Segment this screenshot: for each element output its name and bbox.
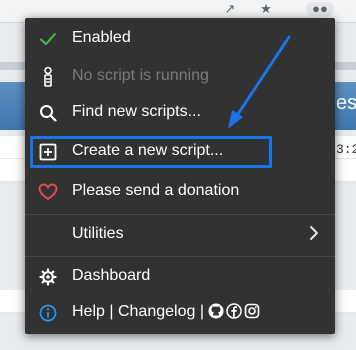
page-header-text: es (336, 92, 356, 114)
menu-item-label: Enabled (72, 29, 131, 46)
check-icon (37, 29, 59, 49)
menu-item-find-scripts[interactable]: Find new scripts... (25, 94, 335, 130)
time-text: 3:2 (336, 142, 356, 157)
menu-item-dashboard[interactable]: Dashboard (25, 258, 335, 294)
menu-item-label: Please send a donation (72, 182, 240, 199)
info-icon (37, 303, 59, 323)
gear-icon (37, 267, 59, 287)
menu-item-donation[interactable]: Please send a donation (25, 173, 335, 209)
separator: | (199, 303, 204, 320)
menu-item-enabled[interactable]: Enabled (25, 20, 335, 56)
menu-item-utilities[interactable]: Utilities (25, 216, 335, 252)
extension-icon[interactable]: ●● (306, 2, 334, 16)
changelog-link[interactable]: Changelog (118, 303, 195, 320)
github-icon[interactable] (208, 303, 224, 324)
highlight-box (30, 136, 272, 168)
menu-divider (25, 256, 335, 257)
heart-icon (37, 182, 59, 202)
menu-item-no-script: No script is running (25, 58, 335, 94)
menu-item-help: Help | Changelog | (25, 294, 335, 330)
social-links (208, 303, 260, 324)
info-figure-icon (37, 67, 59, 87)
menu-item-label: Find new scripts... (72, 103, 201, 120)
separator: | (109, 303, 114, 320)
menu-item-label: Utilities (72, 225, 124, 242)
extension-popup-menu: Enabled No script is running Find new sc… (25, 18, 335, 334)
menu-item-label: No script is running (72, 67, 209, 84)
menu-divider (25, 214, 335, 215)
chevron-right-icon (309, 225, 319, 246)
menu-item-label: Dashboard (72, 267, 151, 284)
search-icon (37, 103, 59, 123)
instagram-icon[interactable] (244, 303, 260, 324)
help-link[interactable]: Help (72, 303, 105, 320)
star-icon[interactable]: ★ (258, 2, 274, 16)
facebook-icon[interactable] (226, 303, 243, 324)
share-icon[interactable]: ↗ (222, 2, 238, 16)
help-links: Help | Changelog | (72, 303, 260, 324)
